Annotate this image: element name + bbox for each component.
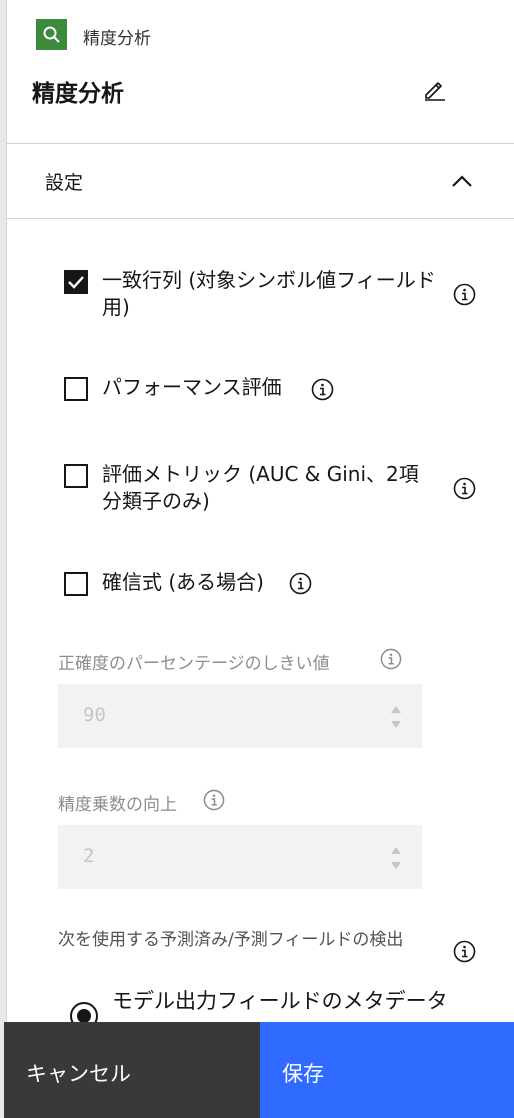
performance-eval-label: パフォーマンス評価	[102, 375, 282, 399]
confidence-checkbox[interactable]	[64, 572, 88, 596]
eval-metrics-label: 評価メトリック (AUC & Gini、2項分類子のみ)	[102, 462, 419, 513]
eval-metrics-checkbox[interactable]	[64, 464, 88, 488]
confusion-matrix-label: 一致行列 (対象シンボル値フィールド用)	[102, 268, 436, 319]
search-icon	[36, 19, 67, 50]
settings-section-toggle[interactable]: 設定	[7, 143, 514, 219]
node-type-label: 精度分析	[83, 29, 151, 49]
confidence-label: 確信式 (ある場合)	[102, 570, 264, 594]
performance-eval-checkbox[interactable]	[64, 377, 88, 401]
stepper-icon[interactable]	[390, 845, 402, 871]
radio-selected-dot	[77, 1009, 91, 1023]
improve-input[interactable]: 2	[58, 825, 422, 889]
threshold-input[interactable]: 90	[58, 684, 422, 748]
model-metadata-label: モデル出力フィールドのメタデータ	[112, 989, 448, 1013]
node-header: 精度分析 精度分析	[0, 0, 514, 143]
cancel-button[interactable]: キャンセル	[4, 1022, 260, 1118]
footer-bar: キャンセル 保存	[4, 1022, 514, 1118]
pencil-icon	[425, 82, 445, 101]
improve-label: 精度乗数の向上	[58, 795, 177, 815]
chevron-up-icon	[452, 175, 472, 187]
info-icon[interactable]	[380, 648, 402, 670]
cancel-label: キャンセル	[26, 1062, 131, 1086]
detect-label: 次を使用する予測済み/予測フィールドの検出	[58, 930, 404, 950]
save-button[interactable]: 保存	[260, 1022, 514, 1118]
info-icon[interactable]	[289, 572, 312, 595]
save-label: 保存	[282, 1062, 324, 1086]
section-title: 設定	[45, 172, 84, 194]
checkmark-icon	[68, 276, 84, 289]
info-icon[interactable]	[453, 283, 476, 306]
threshold-label: 正確度のパーセンテージのしきい値	[58, 654, 330, 674]
info-icon[interactable]	[453, 477, 476, 500]
improve-value: 2	[83, 845, 95, 867]
info-icon[interactable]	[203, 789, 225, 811]
info-icon[interactable]	[311, 378, 334, 401]
threshold-value: 90	[83, 704, 106, 726]
info-icon[interactable]	[453, 940, 476, 963]
confusion-matrix-checkbox[interactable]	[64, 270, 88, 294]
page-title: 精度分析	[32, 81, 124, 107]
edit-title-button[interactable]	[418, 73, 450, 105]
stepper-icon[interactable]	[390, 704, 402, 730]
